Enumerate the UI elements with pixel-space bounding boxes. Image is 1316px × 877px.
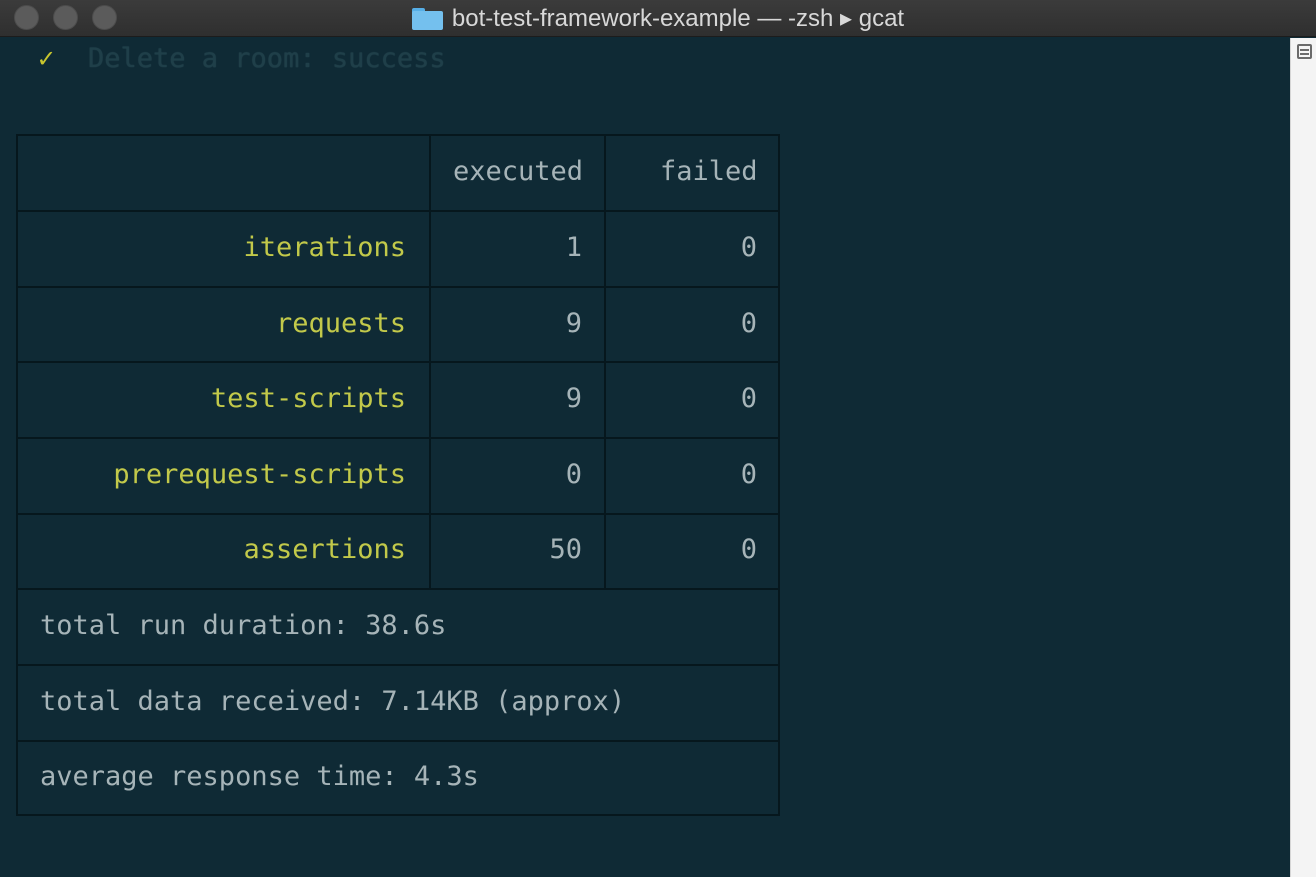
row-failed-iterations: 0 xyxy=(740,232,757,263)
window-title-wrap: bot-test-framework-example — -zsh ▸ gcat xyxy=(0,0,1316,37)
table-border-right xyxy=(778,134,780,816)
row-label-iterations: iterations xyxy=(243,232,406,263)
summary-run-duration: total run duration: 38.6s xyxy=(40,610,447,641)
header-executed: executed xyxy=(453,156,584,187)
row-executed-assertions: 50 xyxy=(549,534,582,565)
row-failed-test-scripts: 0 xyxy=(740,383,757,414)
table-border xyxy=(16,513,780,515)
table-border-left xyxy=(16,134,18,816)
table-border xyxy=(16,664,780,666)
table-column-divider xyxy=(429,134,431,590)
row-executed-test-scripts: 9 xyxy=(565,383,582,414)
summary-data-received: total data received: 7.14KB (approx) xyxy=(40,686,626,717)
table-border xyxy=(16,588,780,590)
table-border xyxy=(16,361,780,363)
summary-average-response-time: average response time: 4.3s xyxy=(40,761,479,792)
title-bar[interactable]: bot-test-framework-example — -zsh ▸ gcat xyxy=(0,0,1316,37)
scrollbar-list-icon[interactable] xyxy=(1297,44,1312,59)
row-executed-iterations: 1 xyxy=(565,232,582,263)
folder-icon xyxy=(411,7,443,30)
row-executed-requests: 9 xyxy=(565,308,582,339)
success-check-icon: ✓ xyxy=(38,43,55,74)
header-failed: failed xyxy=(660,156,758,187)
scrollbar[interactable] xyxy=(1290,38,1316,877)
table-border xyxy=(16,437,780,439)
table-column-divider xyxy=(604,134,606,590)
terminal-output[interactable]: ✓ Delete a room: success executed failed… xyxy=(0,38,1290,877)
row-failed-requests: 0 xyxy=(740,308,757,339)
table-border xyxy=(16,286,780,288)
table-border-top xyxy=(16,134,780,136)
window-title: bot-test-framework-example — -zsh ▸ gcat xyxy=(451,5,905,32)
terminal-window: bot-test-framework-example — -zsh ▸ gcat… xyxy=(0,0,1316,877)
row-executed-prerequest-scripts: 0 xyxy=(565,459,582,490)
row-label-prerequest-scripts: prerequest-scripts xyxy=(113,459,406,490)
table-border xyxy=(16,210,780,212)
table-border xyxy=(16,740,780,742)
row-label-assertions: assertions xyxy=(243,534,406,565)
table-border-bottom xyxy=(16,814,780,816)
status-line-text: Delete a room: success xyxy=(88,43,446,74)
row-label-requests: requests xyxy=(275,308,406,339)
row-label-test-scripts: test-scripts xyxy=(210,383,406,414)
row-failed-assertions: 0 xyxy=(740,534,757,565)
row-failed-prerequest-scripts: 0 xyxy=(740,459,757,490)
